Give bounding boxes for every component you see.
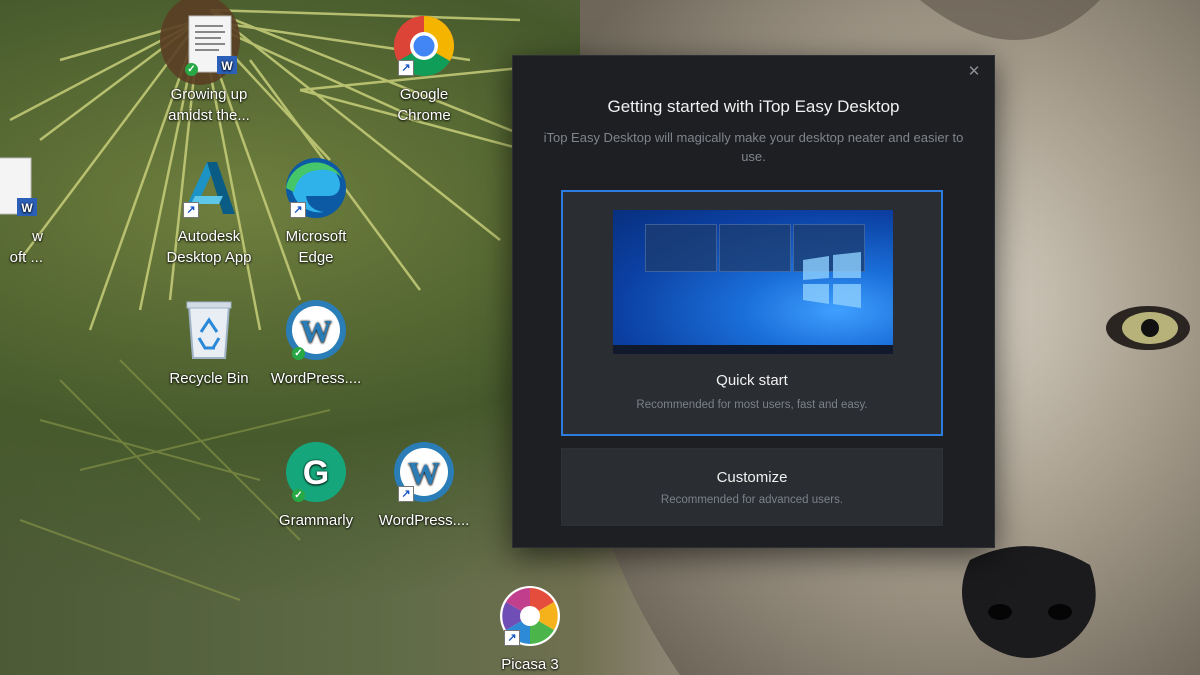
picasa-icon: ↗: [498, 584, 562, 648]
shortcut-arrow-icon: ↗: [290, 202, 306, 218]
close-icon[interactable]: ✕: [966, 64, 982, 80]
dialog-subtitle: iTop Easy Desktop will magically make yo…: [543, 130, 964, 164]
sync-status-icon: ✓: [292, 347, 305, 360]
desktop-icon-wordpress-2[interactable]: W ↗ WordPress....: [370, 440, 478, 531]
desktop-icon-document-partial[interactable]: W w oft ...: [0, 156, 63, 268]
desktop-preview-image: [613, 210, 893, 354]
shortcut-arrow-icon: ↗: [398, 486, 414, 502]
sync-status-icon: ✓: [185, 63, 198, 76]
svg-text:W: W: [300, 313, 332, 349]
shortcut-arrow-icon: ↗: [398, 60, 414, 76]
recycle-bin-icon: [177, 298, 241, 362]
icon-label: Picasa 3: [501, 656, 559, 673]
word-document-icon: W ✓: [177, 14, 241, 78]
desktop-icon-autodesk[interactable]: ↗ Autodesk Desktop App: [155, 156, 263, 268]
desktop-icon-wordpress[interactable]: W ✓ WordPress....: [262, 298, 370, 389]
sync-status-icon: ✓: [292, 489, 305, 502]
grammarly-icon: G ✓: [284, 440, 348, 504]
icon-label: Autodesk Desktop App: [166, 228, 252, 266]
svg-text:W: W: [221, 59, 233, 73]
svg-text:W: W: [21, 201, 33, 215]
shortcut-arrow-icon: ↗: [183, 202, 199, 218]
customize-description: Recommended for advanced users.: [660, 494, 844, 506]
desktop-icon-document[interactable]: W ✓ Growing up amidst the...: [155, 14, 263, 126]
icon-label: Microsoft Edge: [285, 228, 347, 266]
edge-icon: ↗: [284, 156, 348, 220]
desktop-icon-google-chrome[interactable]: ↗ Google Chrome: [370, 14, 478, 126]
word-document-icon: W: [0, 156, 41, 220]
icon-label: Recycle Bin: [169, 370, 249, 387]
svg-text:G: G: [303, 454, 329, 492]
wordpress-icon: W ✓: [284, 298, 348, 362]
autodesk-icon: ↗: [177, 156, 241, 220]
icon-label: w oft ...: [9, 228, 43, 266]
icon-label: WordPress....: [270, 370, 362, 387]
getting-started-dialog: ✕ Getting started with iTop Easy Desktop…: [512, 55, 995, 548]
icon-label: Grammarly: [278, 512, 354, 529]
customize-option[interactable]: Customize Recommended for advanced users…: [561, 448, 943, 526]
shortcut-arrow-icon: ↗: [504, 630, 520, 646]
icon-label: Google Chrome: [397, 86, 451, 124]
quick-start-description: Recommended for most users, fast and eas…: [636, 399, 868, 411]
wordpress-icon: W ↗: [392, 440, 456, 504]
icon-label: Growing up amidst the...: [168, 86, 250, 124]
windows-logo-icon: [803, 252, 861, 308]
desktop-icon-recycle-bin[interactable]: Recycle Bin: [155, 298, 263, 389]
chrome-icon: ↗: [392, 14, 456, 78]
desktop-icon-microsoft-edge[interactable]: ↗ Microsoft Edge: [262, 156, 370, 268]
quick-start-option[interactable]: Quick start Recommended for most users, …: [561, 190, 943, 436]
icon-label: WordPress....: [378, 512, 470, 529]
quick-start-title: Quick start: [716, 372, 788, 389]
desktop-icon-picasa[interactable]: ↗ Picasa 3: [476, 584, 584, 675]
desktop-icon-grammarly[interactable]: G ✓ Grammarly: [262, 440, 370, 531]
dialog-title: Getting started with iTop Easy Desktop: [607, 97, 900, 116]
customize-title: Customize: [716, 469, 788, 486]
